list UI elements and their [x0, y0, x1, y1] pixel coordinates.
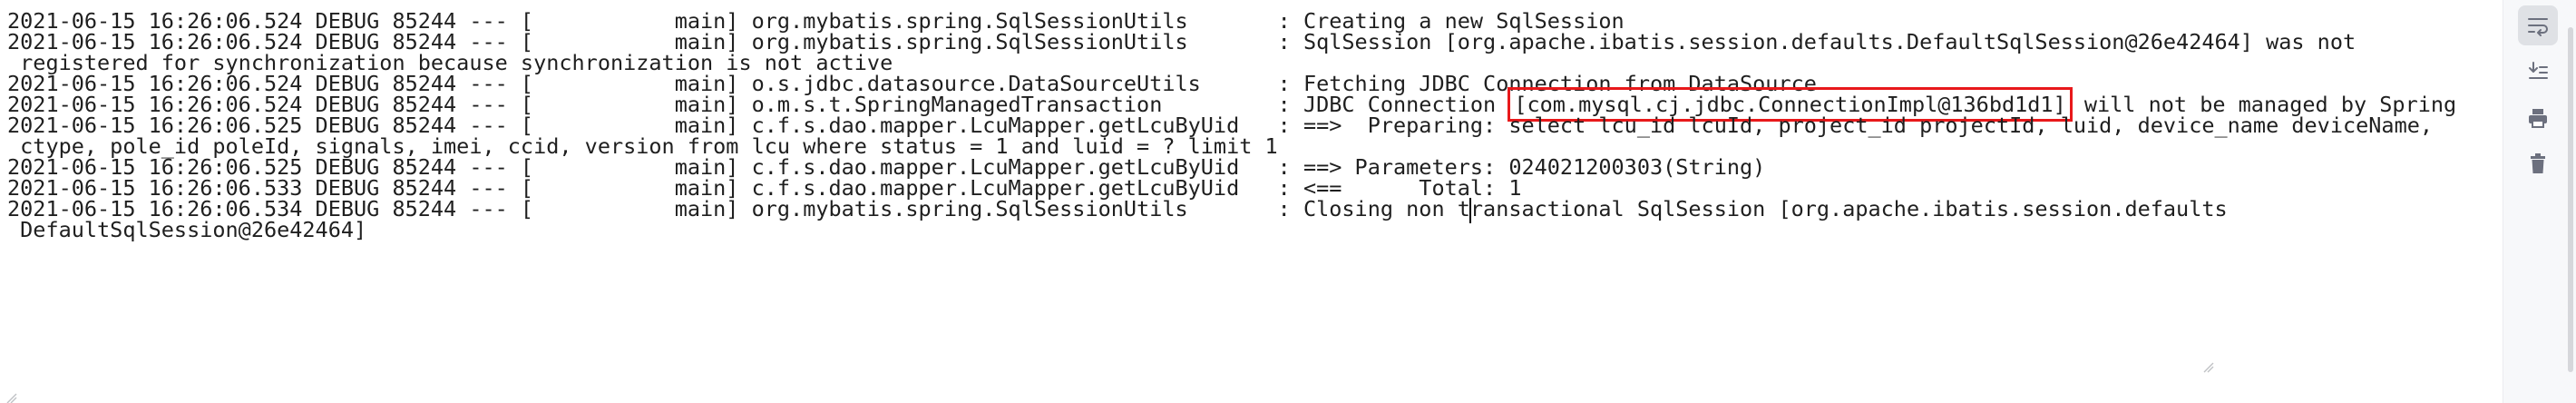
clear-all-button[interactable]	[2518, 143, 2558, 183]
scroll-to-end-button[interactable]	[2518, 51, 2558, 91]
soft-wrap-marker-icon	[6, 393, 17, 403]
trash-icon	[2531, 153, 2545, 173]
soft-wrap-button[interactable]	[2518, 5, 2558, 45]
log-line-continuation: DefaultSqlSession@26e42464]	[7, 217, 367, 242]
scroll-to-end-icon	[2529, 62, 2548, 79]
console-output[interactable]: 2021-06-15 16:26:06.524 DEBUG 85244 --- …	[0, 0, 2503, 403]
scrollbar-thumb[interactable]	[2568, 27, 2573, 372]
print-button[interactable]	[2518, 98, 2558, 138]
log-line-text: ransactional SqlSession [org.apache.ibat…	[1469, 196, 2228, 221]
soft-wrap-marker-icon	[2203, 362, 2214, 373]
soft-wrap-icon	[2528, 18, 2548, 36]
print-icon	[2529, 109, 2547, 128]
console-toolbar	[2503, 0, 2576, 403]
vertical-scrollbar[interactable]	[2567, 0, 2574, 403]
